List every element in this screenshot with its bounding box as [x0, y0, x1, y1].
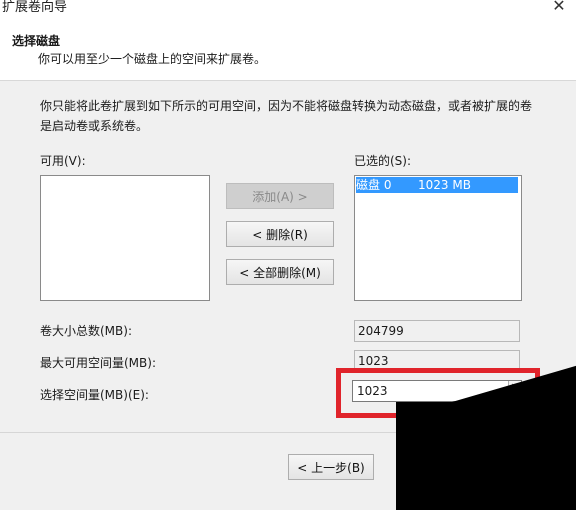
selected-listbox[interactable]: [354, 175, 522, 301]
select-space-label: 选择空间量(MB)(E):: [40, 388, 149, 402]
page-subtitle: 你可以用至少一个磁盘上的空间来扩展卷。: [38, 52, 267, 66]
page-title: 选择磁盘: [12, 34, 61, 48]
total-size-label: 卷大小总数(MB):: [40, 324, 132, 338]
available-label: 可用(V):: [40, 154, 86, 168]
remove-all-button[interactable]: < 全部删除(M): [226, 259, 334, 285]
back-button[interactable]: < 上一步(B): [288, 454, 374, 480]
title-bar: [0, 0, 576, 24]
close-icon[interactable]: ✕: [548, 0, 570, 16]
disk-name: 磁盘 0: [356, 178, 392, 192]
disk-size: 1023 MB: [418, 178, 471, 192]
add-button[interactable]: 添加(A) >: [226, 183, 334, 209]
window-title: 扩展卷向导: [2, 0, 68, 15]
selected-list-item[interactable]: 磁盘 0 1023 MB: [356, 177, 518, 193]
total-size-field: 204799: [354, 320, 520, 342]
remove-button[interactable]: < 删除(R): [226, 221, 334, 247]
available-listbox[interactable]: [40, 175, 210, 301]
max-space-label: 最大可用空间量(MB):: [40, 356, 156, 370]
description-text: 你只能将此卷扩展到如下所示的可用空间，因为不能将磁盘转换为动态磁盘，或者被扩展的…: [40, 99, 533, 133]
selected-label: 已选的(S):: [354, 154, 412, 168]
